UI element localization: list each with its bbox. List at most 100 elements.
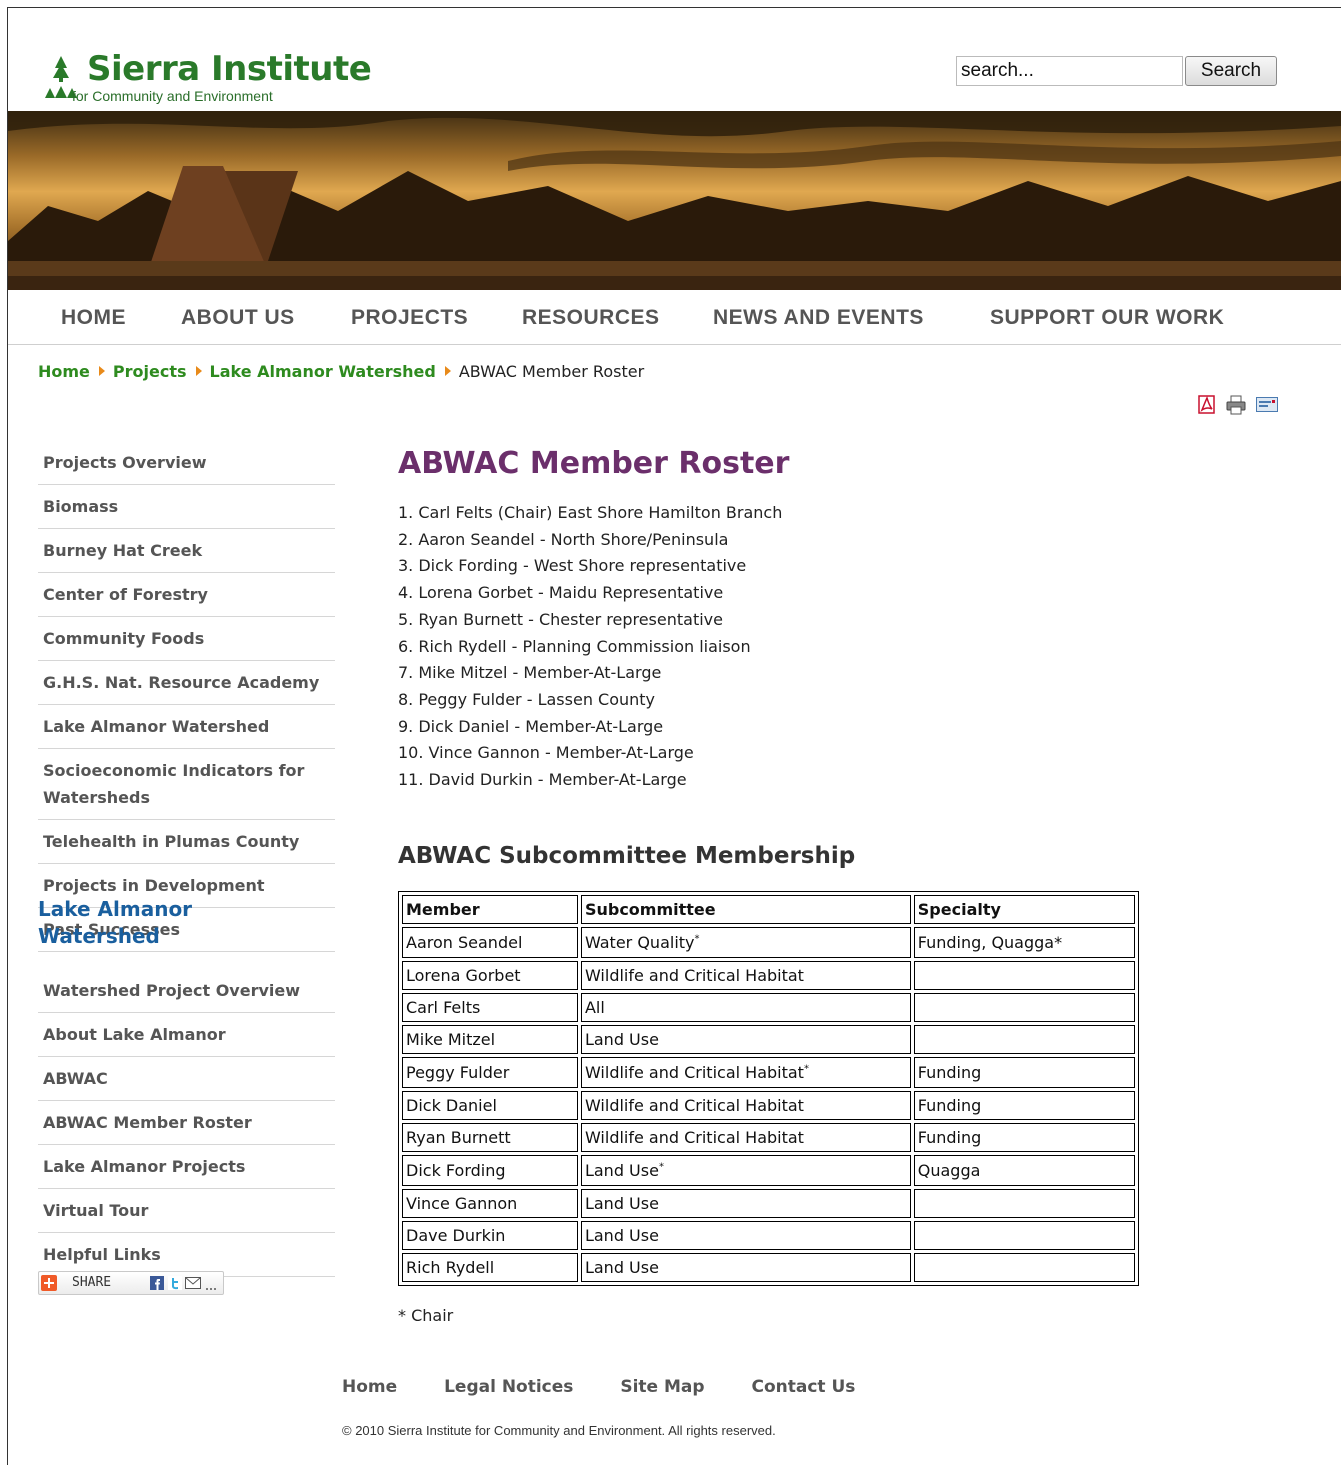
table-cell-subcommittee: Land Use bbox=[580, 1189, 911, 1218]
more-icon bbox=[206, 1288, 216, 1290]
table-row: Vince Gannon Land Use bbox=[402, 1189, 1135, 1218]
sidebar-item-watershed-project-overview[interactable]: Watershed Project Overview bbox=[38, 969, 335, 1013]
barn-sunset-photo bbox=[8, 111, 1341, 290]
table-cell-subcommittee: Land Use* bbox=[580, 1155, 911, 1186]
list-item: 9. Dick Daniel - Member-At-Large bbox=[398, 716, 664, 736]
table-cell-subcommittee: Wildlife and Critical Habitat bbox=[580, 961, 911, 990]
table-cell-specialty bbox=[913, 1189, 1135, 1218]
table-cell-subcommittee: Wildlife and Critical Habitat* bbox=[580, 1057, 911, 1088]
breadcrumb-lake-almanor-watershed[interactable]: Lake Almanor Watershed bbox=[210, 362, 436, 381]
table-row: Aaron Seandel Water Quality* Funding, Qu… bbox=[402, 927, 1135, 958]
table-cell-member: Rich Rydell bbox=[402, 1253, 578, 1282]
sidebar-item-lake-almanor-projects[interactable]: Lake Almanor Projects bbox=[38, 1145, 335, 1189]
subcommittee-text: Water Quality bbox=[584, 933, 695, 952]
plus-icon bbox=[41, 1275, 57, 1291]
footer-link-contact-us[interactable]: Contact Us bbox=[751, 1377, 855, 1397]
header-banner-image bbox=[8, 111, 1341, 290]
member-roster-list: 1. Carl Felts (Chair) East Shore Hamilto… bbox=[398, 500, 782, 794]
print-icon[interactable] bbox=[1226, 395, 1246, 415]
sidebar-item-about-lake-almanor[interactable]: About Lake Almanor bbox=[38, 1013, 335, 1057]
subcommittee-table: Member Subcommittee Specialty Aaron Sean… bbox=[398, 891, 1139, 1286]
footer-link-legal-notices[interactable]: Legal Notices bbox=[444, 1377, 573, 1397]
sidebar-item-burney-hat-creek[interactable]: Burney Hat Creek bbox=[38, 529, 335, 573]
sidebar-item-virtual-tour[interactable]: Virtual Tour bbox=[38, 1189, 335, 1233]
footer-link-site-map[interactable]: Site Map bbox=[620, 1377, 704, 1397]
sidebar-item-abwac-member-roster[interactable]: ABWAC Member Roster bbox=[38, 1101, 335, 1145]
nav-news-and-events[interactable]: NEWS AND EVENTS bbox=[713, 306, 924, 330]
share-label: SHARE bbox=[72, 1275, 112, 1290]
copyright-text: © 2010 Sierra Institute for Community an… bbox=[342, 1423, 776, 1438]
search-input[interactable] bbox=[956, 56, 1183, 86]
site-logo[interactable]: Sierra Institute for Community and Envir… bbox=[44, 50, 372, 105]
table-cell-specialty bbox=[913, 1253, 1135, 1282]
table-cell-member: Dick Daniel bbox=[402, 1091, 578, 1120]
nav-resources[interactable]: RESOURCES bbox=[522, 306, 660, 330]
email-icon[interactable] bbox=[1256, 397, 1278, 412]
chair-marker: * bbox=[658, 1161, 664, 1173]
sidebar-item-projects-overview[interactable]: Projects Overview bbox=[38, 441, 335, 485]
nav-home[interactable]: HOME bbox=[61, 306, 126, 330]
sidebar-watershed-menu: Watershed Project Overview About Lake Al… bbox=[38, 969, 335, 1277]
logo-subtitle: for Community and Environment bbox=[72, 88, 273, 104]
sidebar-item-community-foods[interactable]: Community Foods bbox=[38, 617, 335, 661]
table-cell-member: Vince Gannon bbox=[402, 1189, 578, 1218]
sidebar-item-abwac[interactable]: ABWAC bbox=[38, 1057, 335, 1101]
sidebar-item-center-of-forestry[interactable]: Center of Forestry bbox=[38, 573, 335, 617]
subcommittee-text: Land Use bbox=[584, 1161, 659, 1180]
sidebar-section-heading: Lake Almanor Watershed bbox=[38, 897, 193, 948]
footer-nav: Home Legal Notices Site Map Contact Us bbox=[342, 1377, 896, 1397]
subcommittee-text: Wildlife and Critical Habitat bbox=[584, 1063, 804, 1082]
list-item: 2. Aaron Seandel - North Shore/Peninsula bbox=[398, 529, 729, 549]
table-header-subcommittee: Subcommittee bbox=[580, 895, 911, 924]
breadcrumb-current: ABWAC Member Roster bbox=[458, 362, 645, 381]
table-row: Lorena Gorbet Wildlife and Critical Habi… bbox=[402, 961, 1135, 990]
list-item: 5. Ryan Burnett - Chester representative bbox=[398, 609, 723, 629]
sidebar-item-ghs-academy[interactable]: G.H.S. Nat. Resource Academy bbox=[38, 661, 335, 705]
sidebar-projects-menu: Projects Overview Biomass Burney Hat Cre… bbox=[38, 441, 335, 952]
page-tools bbox=[1198, 395, 1280, 415]
sidebar-item-socioeconomic-indicators[interactable]: Socioeconomic Indicators for Watersheds bbox=[38, 749, 335, 820]
table-row: Dick Fording Land Use* Quagga bbox=[402, 1155, 1135, 1186]
table-cell-subcommittee: Land Use bbox=[580, 1253, 911, 1282]
table-cell-specialty: Funding bbox=[913, 1057, 1135, 1088]
table-row: Dick Daniel Wildlife and Critical Habita… bbox=[402, 1091, 1135, 1120]
breadcrumb-projects[interactable]: Projects bbox=[113, 362, 187, 381]
table-cell-subcommittee: Land Use bbox=[580, 1221, 911, 1250]
table-cell-specialty bbox=[913, 1221, 1135, 1250]
table-cell-specialty: Funding bbox=[913, 1091, 1135, 1120]
list-item: 4. Lorena Gorbet - Maidu Representative bbox=[398, 583, 724, 603]
list-item: 8. Peggy Fulder - Lassen County bbox=[398, 689, 656, 709]
mail-icon bbox=[185, 1277, 201, 1289]
table-cell-member: Lorena Gorbet bbox=[402, 961, 578, 990]
table-cell-member: Peggy Fulder bbox=[402, 1057, 578, 1088]
sidebar-item-lake-almanor-watershed[interactable]: Lake Almanor Watershed bbox=[38, 705, 335, 749]
table-cell-subcommittee: All bbox=[580, 993, 911, 1022]
nav-projects[interactable]: PROJECTS bbox=[351, 306, 468, 330]
page-title: ABWAC Member Roster bbox=[398, 446, 790, 481]
sidebar-item-telehealth[interactable]: Telehealth in Plumas County bbox=[38, 820, 335, 864]
chair-marker: * bbox=[803, 1063, 809, 1075]
share-button[interactable]: SHARE bbox=[38, 1271, 224, 1295]
chair-marker: * bbox=[694, 933, 700, 945]
nav-support-our-work[interactable]: SUPPORT OUR WORK bbox=[990, 306, 1224, 330]
table-cell-member: Aaron Seandel bbox=[402, 927, 578, 958]
nav-about-us[interactable]: ABOUT US bbox=[181, 306, 295, 330]
search-button[interactable]: Search bbox=[1185, 56, 1277, 86]
chair-footnote: * Chair bbox=[398, 1306, 454, 1325]
table-row: Mike Mitzel Land Use bbox=[402, 1025, 1135, 1054]
table-cell-member: Ryan Burnett bbox=[402, 1123, 578, 1152]
table-row: Dave Durkin Land Use bbox=[402, 1221, 1135, 1250]
table-cell-specialty bbox=[913, 993, 1135, 1022]
table-cell-specialty: Quagga bbox=[913, 1155, 1135, 1186]
table-cell-member: Carl Felts bbox=[402, 993, 578, 1022]
pdf-icon[interactable] bbox=[1198, 395, 1216, 414]
list-item: 1. Carl Felts (Chair) East Shore Hamilto… bbox=[398, 503, 783, 522]
breadcrumb-home[interactable]: Home bbox=[38, 362, 90, 381]
table-cell-member: Mike Mitzel bbox=[402, 1025, 578, 1054]
sidebar-item-biomass[interactable]: Biomass bbox=[38, 485, 335, 529]
twitter-icon bbox=[168, 1276, 182, 1290]
footer-link-home[interactable]: Home bbox=[342, 1377, 397, 1397]
table-header-row: Member Subcommittee Specialty bbox=[402, 895, 1135, 924]
main-nav: HOME ABOUT US PROJECTS RESOURCES NEWS AN… bbox=[8, 290, 1341, 345]
list-item: 3. Dick Fording - West Shore representat… bbox=[398, 556, 747, 576]
